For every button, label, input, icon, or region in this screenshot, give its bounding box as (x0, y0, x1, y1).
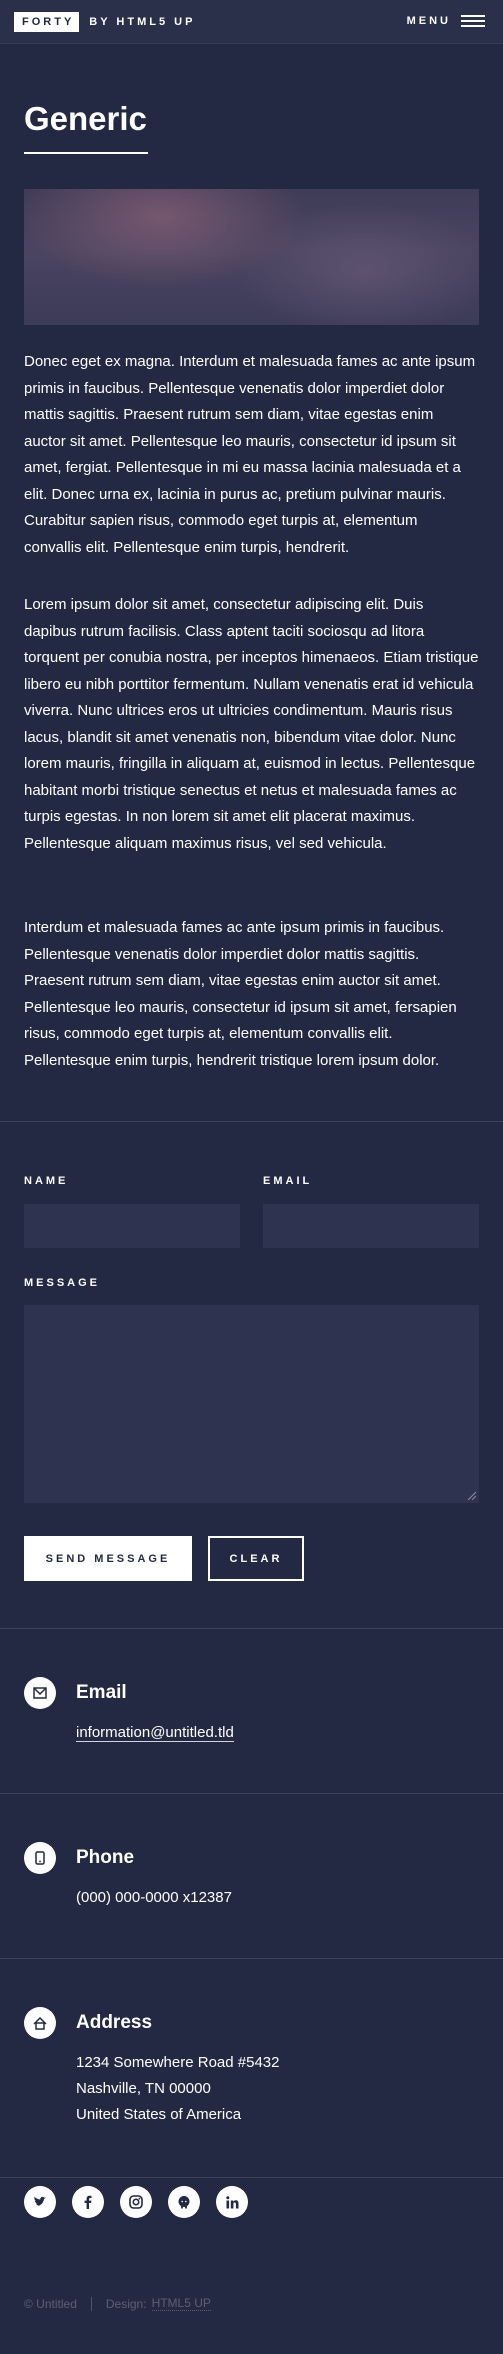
logo-suffix[interactable]: BY HTML5 UP (89, 16, 195, 28)
send-message-button[interactable]: SEND MESSAGE (24, 1536, 192, 1581)
section-divider (0, 1958, 503, 1959)
twitter-icon[interactable] (24, 2186, 56, 2218)
email-line: information@untitled.tld (76, 1720, 234, 1746)
hamburger-icon[interactable] (461, 14, 485, 28)
section-divider (0, 1793, 503, 1794)
message-label: MESSAGE (24, 1277, 101, 1289)
design-credit-link[interactable]: HTML5 UP (151, 2296, 211, 2311)
page-title: Generic (24, 100, 147, 137)
address-line-3: United States of America (76, 2106, 242, 2123)
footer-copyright-bar: © Untitled Design: HTML5 UP (24, 2296, 211, 2311)
home-icon (24, 2007, 56, 2039)
email-label: EMAIL (263, 1175, 313, 1187)
design-credit-prefix: Design: (105, 2296, 147, 2311)
phone-value: (000) 000-0000 x12387 (76, 1889, 232, 1906)
section-divider (0, 1628, 503, 1629)
address-line-2: Nashville, TN 00000 (76, 2080, 211, 2097)
linkedin-icon[interactable] (216, 2186, 248, 2218)
facebook-icon[interactable] (72, 2186, 104, 2218)
footer-separator (90, 2296, 92, 2311)
email-field[interactable] (263, 1204, 479, 1248)
name-label: NAME (24, 1175, 69, 1187)
email-heading: Email (76, 1682, 127, 1703)
logo-text[interactable]: FORTY (14, 12, 80, 32)
menu-label[interactable]: MENU (407, 15, 451, 27)
name-field[interactable] (24, 1204, 240, 1248)
phone-icon (24, 1842, 56, 1874)
clear-button[interactable]: CLEAR (208, 1536, 304, 1581)
section-divider (0, 1121, 503, 1122)
resize-grip-icon[interactable] (466, 1490, 476, 1500)
site-logo[interactable]: FORTY BY HTML5 UP (14, 12, 195, 32)
message-field[interactable] (24, 1305, 479, 1503)
body-paragraph-2: Lorem ipsum dolor sit amet, consectetur … (24, 596, 479, 852)
title-underline (24, 152, 148, 154)
section-divider (0, 2177, 503, 2178)
envelope-icon (24, 1677, 56, 1709)
site-header: FORTY BY HTML5 UP MENU (0, 0, 503, 44)
body-paragraph-3: Interdum et malesuada fames ac ante ipsu… (24, 919, 457, 1069)
copyright-text: © Untitled (24, 2296, 77, 2311)
menu-button[interactable]: MENU (407, 14, 485, 28)
address-heading: Address (76, 2012, 153, 2033)
instagram-icon[interactable] (120, 2186, 152, 2218)
address-line-1: 1234 Somewhere Road #5432 (76, 2054, 280, 2071)
hero-image (24, 189, 479, 325)
phone-heading: Phone (76, 1847, 135, 1868)
github-icon[interactable] (168, 2186, 200, 2218)
email-link[interactable]: information@untitled.tld (76, 1724, 234, 1742)
body-paragraph-1: Donec eget ex magna. Interdum et malesua… (24, 353, 476, 556)
